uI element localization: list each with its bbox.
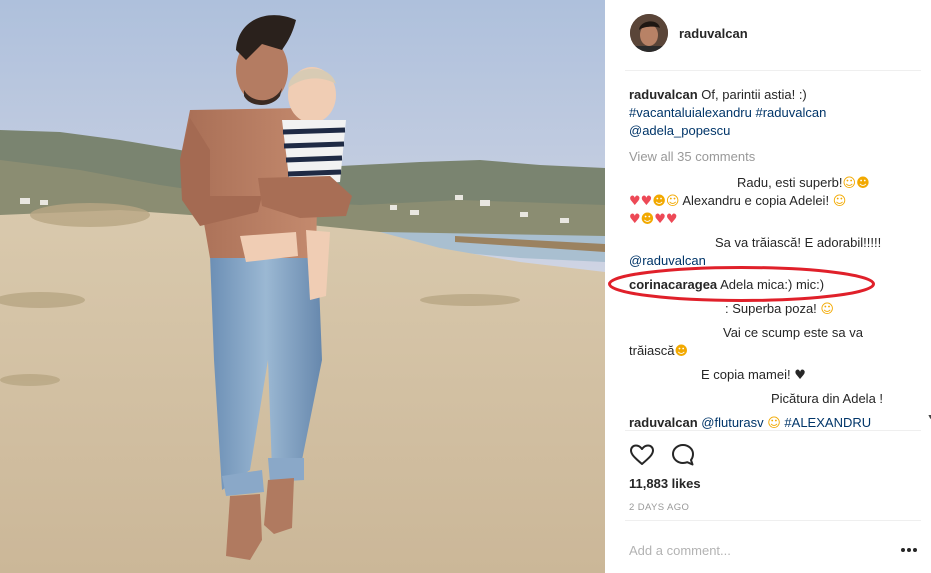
comment-6-text: Vai ce scump este sa va (723, 325, 863, 340)
grin-emoji-icon: ☻ (674, 344, 689, 359)
caption-hashtags: #vacantaluialexandru #raduvalcan (629, 104, 826, 122)
comment-6-text-cont: trăiască (629, 343, 675, 358)
scroll-down-arrow-icon[interactable]: ▼ (927, 414, 931, 424)
divider (625, 520, 921, 521)
comment-5-text: : Superba poza! (725, 301, 817, 316)
caption-mention-line: @adela_popescu (629, 122, 730, 140)
comment-text: E copia mamei! ♥ (701, 366, 806, 385)
caption-text: Of, parintii astia! :) (701, 87, 807, 102)
heart-emoji-icon: ♥ (629, 212, 641, 227)
comment-4-text: Adela mica:) mic:) (720, 277, 825, 292)
post-sidebar: raduvalcan raduvalcan Of, parintii astia… (605, 0, 931, 573)
comment-text: ♥♥☻☺ Alexandru e copia Adelei! ☺ (629, 192, 846, 211)
more-options-icon[interactable] (899, 543, 919, 555)
comment-username[interactable]: corinacaragea (629, 277, 717, 292)
heart-eyes-emoji-icon: ☻ (652, 194, 666, 209)
post-header: raduvalcan (605, 0, 931, 70)
comment-1-text: Radu, esti superb! (737, 175, 843, 190)
speech-bubble-icon[interactable] (670, 442, 696, 468)
heart-eyes-emoji-icon: ☻ (856, 176, 870, 191)
comment-text: Radu, esti superb!☺☻ (737, 174, 870, 193)
mention-link[interactable]: @fluturаsv (701, 415, 763, 430)
comment-3-text: Sa va trăiască! E adorabil!!!!! (715, 235, 882, 250)
mention-link[interactable]: @adela_popescu (629, 123, 730, 138)
avatar[interactable] (630, 14, 668, 52)
comment-text: : Superba poza! ☺ (725, 300, 834, 319)
hashtag-link[interactable]: #raduvalcan (756, 105, 827, 120)
divider (625, 430, 921, 431)
hug-emoji-icon: ☺ (767, 416, 781, 431)
smile-emoji-icon: ☺ (820, 302, 834, 317)
view-all-comments-link[interactable]: View all 35 comments (629, 148, 755, 166)
post-photo[interactable] (0, 0, 605, 573)
heart-emoji-icon: ♥ (629, 194, 641, 209)
comments-list[interactable]: raduvalcan Of, parintii astia! :) #vacan… (629, 86, 917, 431)
comment: raduvalcan @fluturаsv ☺ #ALEXANDRU (629, 414, 871, 431)
header-username[interactable]: raduvalcan (679, 26, 748, 41)
hashtag-link[interactable]: #ALEXANDRU (784, 415, 871, 430)
kiss-face-emoji-icon: ☺ (665, 194, 680, 209)
heart-emoji-icon: ♥ (640, 194, 653, 209)
hashtag-link[interactable]: #vacantaluialexandru (629, 105, 752, 120)
black-heart-emoji-icon: ♥ (794, 368, 806, 383)
add-comment-input[interactable] (629, 540, 839, 560)
comment-text: trăiască☻ (629, 342, 688, 361)
comment-7-text: E copia mamei! (701, 367, 791, 382)
divider (625, 70, 921, 71)
likes-count[interactable]: 11,883 likes (629, 476, 701, 491)
comment-2-text: Alexandru e copia Adelei! (682, 193, 830, 208)
emoji-line: ♥☻♥♥ (629, 210, 678, 229)
heart-emoji-icon: ♥ (665, 212, 678, 227)
comment-8-text: Picătura din Adela ! (771, 391, 884, 406)
post-timestamp[interactable]: 2 DAYS AGO (629, 502, 689, 513)
highlighted-comment: corinacaragea Adela mica:) mic:) (629, 276, 824, 294)
caption-username[interactable]: raduvalcan (629, 87, 698, 102)
kiss-face-emoji-icon: ☺ (832, 194, 847, 209)
caption: raduvalcan Of, parintii astia! :) (629, 86, 807, 104)
heart-emoji-icon: ♥ (654, 212, 666, 227)
heart-outline-icon[interactable] (629, 442, 655, 468)
kiss-face-emoji-icon: ☺ (842, 176, 857, 191)
mention-link[interactable]: @raduvalcan (629, 252, 706, 270)
comment-username[interactable]: raduvalcan (629, 415, 698, 430)
heart-eyes-emoji-icon: ☻ (640, 212, 655, 227)
